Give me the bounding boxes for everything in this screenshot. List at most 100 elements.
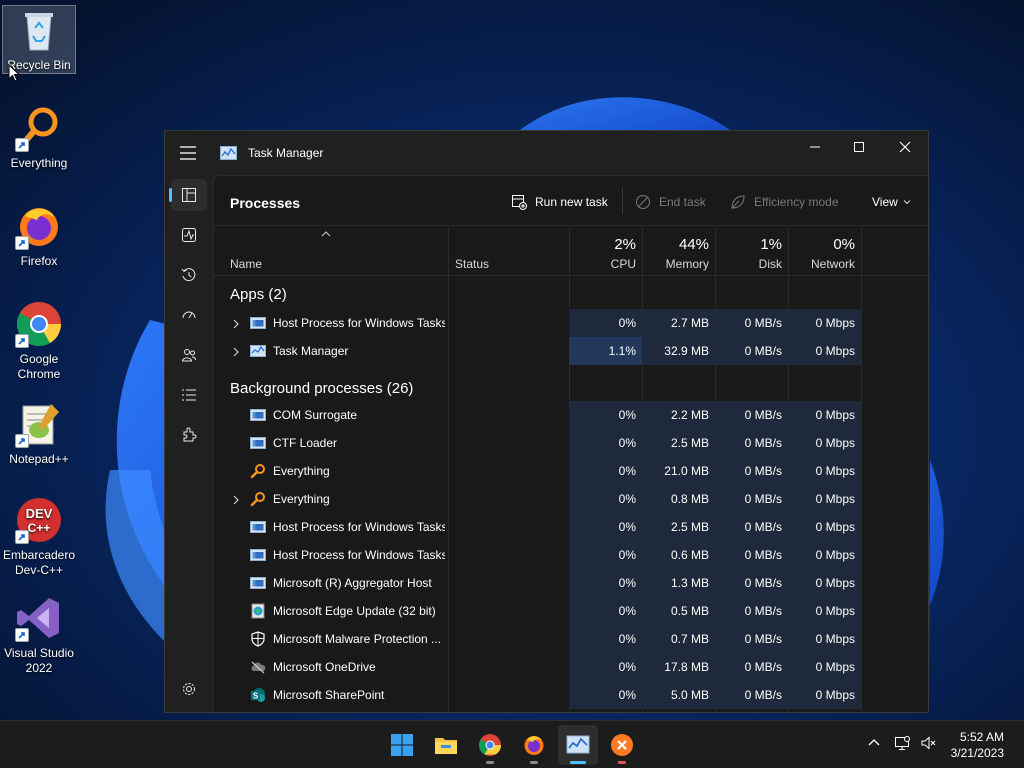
process-row[interactable]: Microsoft Malware Protection ... 0% 0.7 MB…	[214, 625, 928, 653]
devcpp-icon: DEV C++	[15, 496, 63, 544]
efficiency-mode-button[interactable]: Efficiency mode	[730, 192, 839, 212]
system-clock[interactable]: 5:52 AM 3/21/2023	[951, 729, 1004, 761]
disk-cell: 0 MB/s	[715, 653, 788, 681]
minimize-button[interactable]	[792, 131, 838, 163]
process-row[interactable]: Task Manager 1.1% 32.9 MB 0 MB/s 0 Mbps	[214, 337, 928, 365]
nav-processes[interactable]	[169, 179, 207, 211]
close-button[interactable]	[882, 131, 928, 163]
start-button[interactable]	[382, 725, 422, 765]
desktop-icon-notepadpp[interactable]: Notepad++	[2, 400, 76, 467]
leaf-icon	[731, 195, 745, 209]
disk-cell: 0 MB/s	[715, 597, 788, 625]
task-manager-icon	[566, 735, 590, 754]
network-cell: 0 Mbps	[788, 401, 861, 429]
desktop-icon-chrome[interactable]: Google Chrome	[2, 300, 76, 382]
shortcut-arrow-icon	[15, 334, 29, 348]
nav-details[interactable]	[171, 379, 207, 411]
volume-button[interactable]	[918, 733, 938, 753]
taskbar-task-manager[interactable]	[558, 725, 598, 765]
column-header-status[interactable]: Status	[448, 227, 569, 276]
desktop-icon-everything[interactable]: Everything	[2, 104, 76, 171]
process-row[interactable]: Host Process for Windows Tasks 0% 2.7 MB 0 …	[214, 309, 928, 337]
nav-performance[interactable]	[171, 219, 207, 251]
settings-icon	[183, 683, 195, 695]
process-row[interactable]: Host Process for Windows Tasks 0% 2.5 MB 0 …	[214, 513, 928, 541]
process-row[interactable]: Microsoft Edge Update (32 bit) 0% 0.5 MB 0 …	[214, 597, 928, 625]
desktop-icon-visual-studio[interactable]: Visual Studio 2022	[2, 594, 76, 676]
taskbar: 5:52 AM 3/21/2023	[0, 720, 1024, 768]
process-name: Everything	[273, 464, 330, 478]
process-name: Host Process for Windows Tasks	[273, 548, 445, 562]
notepadpp-icon	[15, 400, 63, 448]
network-cell: 0 Mbps	[788, 653, 861, 681]
network-cell: 0 Mbps	[788, 337, 861, 365]
maximize-button[interactable]	[836, 131, 882, 163]
memory-cell: 5.0 MB	[642, 681, 715, 709]
column-header-disk[interactable]: 1% Disk	[715, 227, 788, 276]
clock-time: 5:52 AM	[959, 730, 1004, 744]
nav-users[interactable]	[171, 339, 207, 371]
firefox-icon	[15, 202, 63, 250]
navigation-pane	[165, 175, 213, 712]
close-icon	[899, 141, 911, 153]
process-row[interactable]: Everything 0% 21.0 MB 0 MB/s 0 Mbps	[214, 457, 928, 485]
network-cell: 0 Mbps	[788, 457, 861, 485]
process-row[interactable]: Microsoft OneDrive 0% 17.8 MB 0 MB/s 0 Mbps	[214, 653, 928, 681]
svg-text:DEV: DEV	[26, 506, 53, 521]
title-bar[interactable]: Task Manager	[165, 131, 928, 175]
clock-date: 3/21/2023	[950, 746, 1004, 760]
shortcut-arrow-icon	[15, 138, 29, 152]
process-row[interactable]: COM Surrogate 0% 2.2 MB 0 MB/s 0 Mbps	[214, 401, 928, 429]
column-header-network[interactable]: 0% Network	[788, 227, 861, 276]
process-name: Microsoft (R) Aggregator Host	[273, 576, 432, 590]
process-row[interactable]: S Microsoft SharePoint 0% 5.0 MB 0 MB/s 0 Mbp…	[214, 681, 928, 709]
process-row[interactable]: Everything 0% 0.8 MB 0 MB/s 0 Mbps	[214, 485, 928, 513]
network-total-percent: 0%	[833, 236, 855, 253]
start-icon	[391, 734, 413, 756]
hamburger-menu-icon[interactable]	[179, 145, 197, 161]
view-dropdown[interactable]: View	[872, 192, 911, 212]
onedrive-icon	[250, 659, 266, 675]
desktop-icon-firefox[interactable]: Firefox	[2, 202, 76, 269]
column-header-cpu[interactable]: 2% CPU	[569, 227, 642, 276]
process-name: Host Process for Windows Tasks	[273, 316, 445, 330]
nav-app-history[interactable]	[171, 259, 207, 291]
disk-cell: 0 MB/s	[715, 569, 788, 597]
process-name: COM Surrogate	[273, 408, 358, 422]
window-process-icon	[250, 407, 266, 423]
expand-chevron-icon[interactable]	[232, 346, 240, 357]
taskbar-file-explorer[interactable]	[426, 725, 466, 765]
group-header-apps[interactable]: Apps (2)	[230, 279, 287, 311]
window-title: Task Manager	[248, 146, 324, 160]
run-new-task-button[interactable]: Run new task	[511, 192, 608, 212]
taskbar-firefox[interactable]	[514, 725, 554, 765]
expand-chevron-icon[interactable]	[232, 318, 240, 329]
table-header: Name Status 2% CPU 44% Memory 1% Disk 0%…	[214, 227, 928, 276]
taskbar-xampp[interactable]	[602, 725, 642, 765]
network-status-button[interactable]	[892, 733, 912, 753]
disk-cell: 0 MB/s	[715, 541, 788, 569]
process-row[interactable]: Microsoft (R) Aggregator Host 0% 1.3 MB 0 M…	[214, 569, 928, 597]
column-header-memory[interactable]: 44% Memory	[642, 227, 715, 276]
desktop-icon-devcpp[interactable]: DEV C++ Embarcadero Dev-C++	[2, 496, 76, 578]
process-name: Everything	[273, 492, 330, 506]
process-row[interactable]: CTF Loader 0% 2.5 MB 0 MB/s 0 Mbps	[214, 429, 928, 457]
recycle-bin-icon	[15, 6, 63, 54]
mouse-cursor-icon	[8, 64, 20, 82]
expand-chevron-icon[interactable]	[232, 494, 240, 505]
process-row[interactable]: Host Process for Windows Tasks 0% 0.6 MB 0 …	[214, 541, 928, 569]
taskbar-chrome[interactable]	[470, 725, 510, 765]
end-task-button[interactable]: End task	[635, 192, 706, 212]
nav-services[interactable]	[171, 419, 207, 451]
nav-startup-apps[interactable]	[171, 299, 207, 331]
cpu-cell: 0%	[569, 625, 642, 653]
process-name: Microsoft Edge Update (32 bit)	[273, 604, 436, 618]
disk-cell: 0 MB/s	[715, 485, 788, 513]
column-header-name[interactable]: Name	[214, 227, 448, 276]
everything-icon	[250, 463, 266, 479]
nav-settings[interactable]	[171, 673, 207, 705]
chrome-icon	[479, 734, 501, 756]
window-process-icon	[250, 519, 266, 535]
show-hidden-icons-button[interactable]	[864, 733, 884, 753]
network-cell: 0 Mbps	[788, 681, 861, 709]
